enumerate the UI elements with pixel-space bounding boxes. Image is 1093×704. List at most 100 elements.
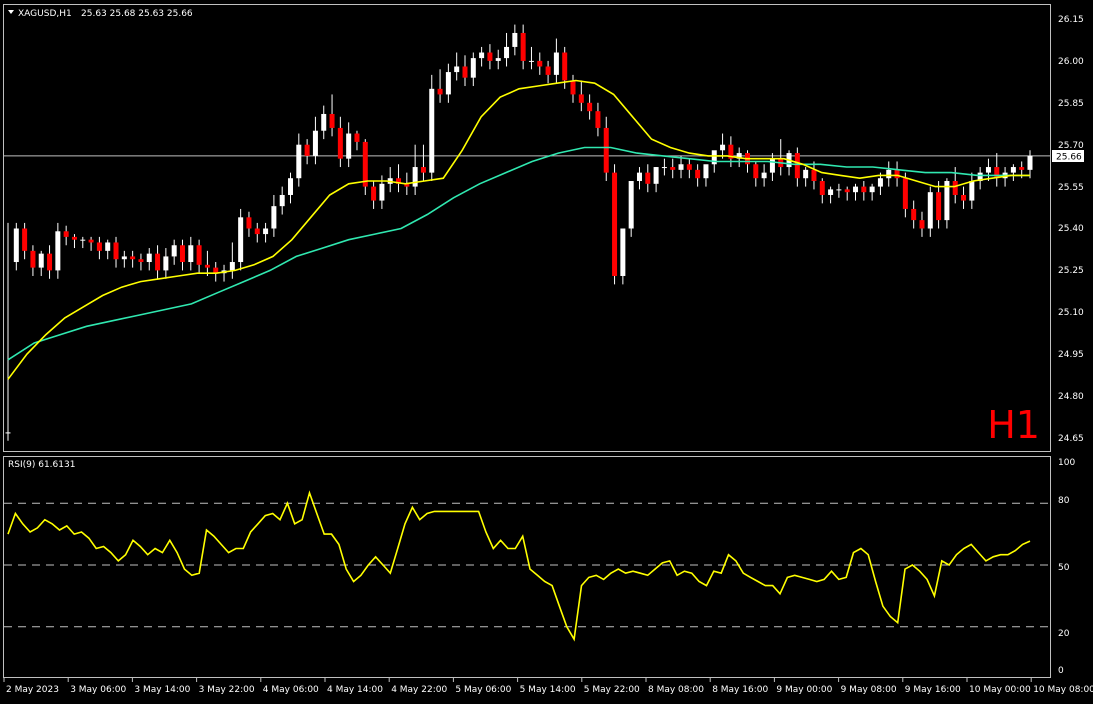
candle-bear xyxy=(919,220,925,229)
time-tick-label: 2 May 2023 xyxy=(6,685,59,695)
time-tick-label: 5 May 14:00 xyxy=(520,685,576,695)
candle-bear xyxy=(196,245,202,265)
candle-bull xyxy=(279,194,285,207)
ohlc-label: 25.63 25.68 25.63 25.66 xyxy=(81,9,193,19)
candle-bull xyxy=(620,228,626,276)
candle-bear xyxy=(138,259,144,263)
candle-bull xyxy=(512,32,518,47)
price-tick: 25.25 xyxy=(1058,266,1084,276)
time-tick-label: 3 May 22:00 xyxy=(199,685,255,695)
candle-bear xyxy=(570,80,576,95)
candle-bear xyxy=(354,133,360,142)
candle-bull xyxy=(13,228,19,263)
candle-bull xyxy=(80,239,86,241)
rsi-tick: 20 xyxy=(1058,629,1070,639)
candle-bull xyxy=(321,113,327,131)
candle-bull xyxy=(271,206,277,229)
candle-bear xyxy=(902,178,908,209)
candle-bear xyxy=(545,66,551,75)
candle-bull xyxy=(969,181,975,201)
candle-bull xyxy=(5,432,11,434)
candle-bull xyxy=(479,52,485,59)
candle-bear xyxy=(47,253,53,271)
candle-bear xyxy=(670,167,676,170)
candle-bear xyxy=(371,186,377,201)
time-tick-label: 4 May 22:00 xyxy=(391,685,447,695)
timeframe-watermark: H1 xyxy=(987,403,1040,447)
candle-bull xyxy=(528,60,534,62)
candle-bear xyxy=(420,167,426,173)
candle-bull xyxy=(828,189,834,195)
time-tick-label: 5 May 22:00 xyxy=(584,685,640,695)
candle-bear xyxy=(911,208,917,221)
candle-bull xyxy=(927,192,933,229)
rsi-tick: 0 xyxy=(1058,666,1064,676)
time-tick-label: 4 May 06:00 xyxy=(263,685,319,695)
candle-bull xyxy=(636,172,642,182)
rsi-tick: 80 xyxy=(1058,496,1070,506)
candle-bear xyxy=(71,236,77,240)
candle-bull xyxy=(836,189,842,191)
candle-bear xyxy=(487,52,493,61)
symbol-label: XAGUSD,H1 xyxy=(18,9,72,19)
candle-bear xyxy=(595,111,601,128)
time-tick-label: 8 May 08:00 xyxy=(648,685,704,695)
candle-bear xyxy=(96,242,102,251)
candle-bear xyxy=(520,32,526,61)
rsi-label: RSI(9) 61.6131 xyxy=(8,460,75,470)
candle-bull xyxy=(379,183,385,201)
candle-bull xyxy=(628,181,634,229)
chart-canvas[interactable]: XAGUSD,H1 25.63 25.68 25.63 25.66 H1 25.… xyxy=(0,0,1093,700)
candle-bull xyxy=(703,164,709,179)
candle-bull xyxy=(678,164,684,170)
time-tick-label: 3 May 06:00 xyxy=(70,685,126,695)
time-tick-label: 8 May 16:00 xyxy=(712,685,768,695)
candle-bull xyxy=(429,88,435,173)
candle-bear xyxy=(246,217,252,229)
time-tick-label: 9 May 00:00 xyxy=(776,685,832,695)
candle-bull xyxy=(553,52,559,75)
candle-bear xyxy=(894,169,900,179)
candle-bull xyxy=(470,58,476,78)
time-tick-label: 10 May 00:00 xyxy=(969,685,1031,695)
candle-bear xyxy=(537,60,543,67)
candle-bear xyxy=(462,66,468,78)
candle-bear xyxy=(155,253,161,271)
price-tick: 25.85 xyxy=(1058,99,1084,109)
candle-bull xyxy=(985,167,991,173)
chart-window[interactable]: XAGUSD,H1 25.63 25.68 25.63 25.66 H1 25.… xyxy=(0,0,1093,700)
price-tick: 26.00 xyxy=(1058,57,1084,67)
candle-bull xyxy=(869,186,875,193)
candle-bear xyxy=(844,189,850,193)
candle-bull xyxy=(877,178,883,187)
candle-bear xyxy=(645,172,651,184)
candle-bear xyxy=(337,127,343,159)
time-tick-label: 10 May 08:00 xyxy=(1033,685,1093,695)
candle-bear xyxy=(603,127,609,173)
candle-bull xyxy=(886,169,892,179)
time-tick-label: 4 May 14:00 xyxy=(327,685,383,695)
candle-bear xyxy=(936,192,942,221)
candle-bear xyxy=(819,181,825,195)
candle-bear xyxy=(113,242,119,260)
candle-bull xyxy=(853,186,859,193)
candle-bull xyxy=(146,253,152,263)
candle-bear xyxy=(794,153,800,179)
candle-bull xyxy=(1010,167,1016,173)
rsi-tick: 50 xyxy=(1058,563,1070,573)
candle-bear xyxy=(437,88,443,95)
candle-bear xyxy=(587,102,593,112)
candle-bull xyxy=(445,72,451,95)
candle-bull xyxy=(1027,155,1033,170)
candle-bear xyxy=(861,186,867,193)
candle-bear xyxy=(179,245,185,263)
price-tick: 25.40 xyxy=(1058,224,1084,234)
candle-bull xyxy=(188,245,194,263)
candle-bull xyxy=(761,172,767,179)
current-price-label: 25.66 xyxy=(1056,153,1082,163)
time-tick-label: 3 May 14:00 xyxy=(134,685,190,695)
price-tick: 24.65 xyxy=(1058,434,1084,444)
price-tick: 24.95 xyxy=(1058,350,1084,360)
candle-bear xyxy=(612,172,618,276)
candle-bull xyxy=(495,58,501,61)
